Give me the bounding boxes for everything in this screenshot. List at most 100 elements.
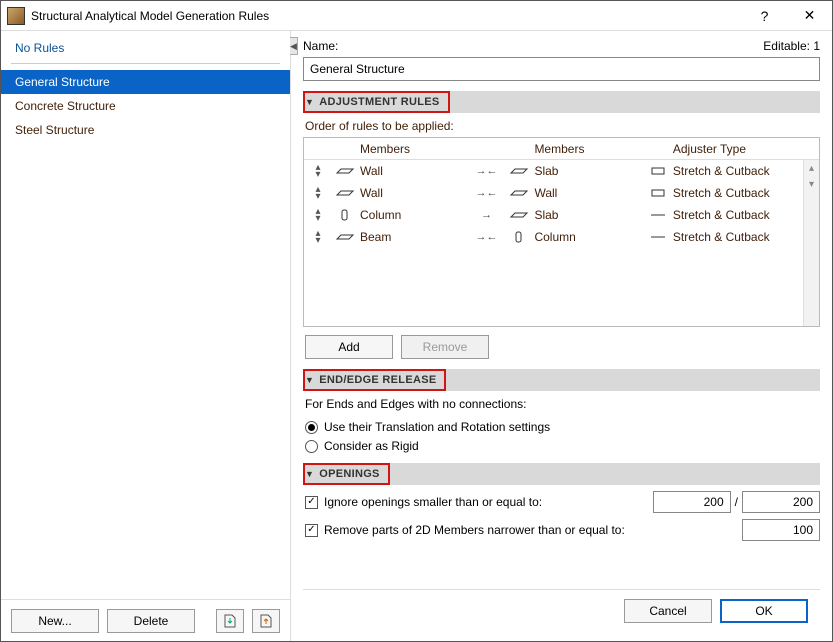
sidebar: ◀ No Rules General StructureConcrete Str… (1, 31, 291, 641)
member-b-label: Slab (534, 164, 642, 178)
drag-handle-icon[interactable]: ▴▾ (304, 164, 330, 178)
adjuster-label: Stretch & Cutback (673, 186, 803, 200)
member-a-icon (330, 230, 360, 244)
ok-button[interactable]: OK (720, 599, 808, 623)
member-a-icon (330, 164, 360, 178)
delete-button[interactable]: Delete (107, 609, 195, 633)
drag-handle-icon[interactable]: ▴▾ (304, 186, 330, 200)
close-button[interactable]: ✕ (787, 1, 832, 31)
titlebar: Structural Analytical Model Generation R… (1, 1, 832, 31)
sidebar-item[interactable]: General Structure (1, 70, 290, 94)
export-icon (258, 613, 274, 629)
drag-handle-icon[interactable]: ▴▾ (304, 208, 330, 222)
chevron-down-icon: ▼ (305, 469, 314, 479)
adjuster-icon (643, 208, 673, 222)
remove-button: Remove (401, 335, 489, 359)
col-adjuster: Adjuster Type (673, 142, 803, 156)
rules-heading: No Rules (1, 31, 290, 63)
rules-list: No Rules General StructureConcrete Struc… (1, 31, 290, 599)
adjuster-icon (643, 186, 673, 200)
direction-icon: →← (468, 231, 504, 243)
openings-header-bar[interactable]: ▼ OPENINGS (303, 463, 820, 485)
dialog-footer: Cancel OK (303, 589, 820, 631)
sidebar-item[interactable]: Steel Structure (1, 118, 290, 142)
table-buttons: Add Remove (305, 335, 820, 359)
member-a-label: Wall (360, 164, 468, 178)
release-header-bar[interactable]: ▼ END/EDGE RELEASE (303, 369, 820, 391)
chevron-down-icon: ▼ (305, 97, 314, 107)
remove-narrow-row: Remove parts of 2D Members narrower than… (305, 519, 820, 541)
table-row[interactable]: ▴▾Beam→←ColumnStretch & Cutback (304, 226, 819, 248)
cancel-button[interactable]: Cancel (624, 599, 712, 623)
sidebar-collapse-handle[interactable]: ◀ (290, 37, 298, 55)
adjustment-header-highlight: ▼ ADJUSTMENT RULES (303, 91, 450, 113)
rules-table: Members Members Adjuster Type ▴▾Wall→←Sl… (303, 137, 820, 327)
order-label: Order of rules to be applied: (305, 119, 820, 133)
release-header-highlight: ▼ END/EDGE RELEASE (303, 369, 446, 391)
table-header: Members Members Adjuster Type (304, 138, 819, 160)
table-row[interactable]: ▴▾Wall→←WallStretch & Cutback (304, 182, 819, 204)
help-button[interactable]: ? (742, 1, 787, 31)
dialog-body: ◀ No Rules General StructureConcrete Str… (1, 31, 832, 641)
adjuster-icon (643, 230, 673, 244)
add-button[interactable]: Add (305, 335, 393, 359)
radio-icon (305, 440, 318, 453)
member-b-icon (504, 164, 534, 178)
member-a-icon (330, 186, 360, 200)
adjuster-label: Stretch & Cutback (673, 208, 803, 222)
sidebar-item[interactable]: Concrete Structure (1, 94, 290, 118)
slash: / (735, 495, 738, 509)
ignore-openings-checkbox[interactable] (305, 496, 318, 509)
name-row: Name: Editable: 1 (303, 39, 820, 53)
col-members-b: Members (534, 142, 642, 156)
dialog: Structural Analytical Model Generation R… (0, 0, 833, 642)
sidebar-footer: New... Delete (1, 599, 290, 641)
remove-narrow-checkbox[interactable] (305, 524, 318, 537)
ignore-openings-label: Ignore openings smaller than or equal to… (324, 495, 542, 509)
member-a-label: Column (360, 208, 468, 222)
adjustment-title: ADJUSTMENT RULES (319, 96, 439, 108)
chevron-down-icon: ▼ (305, 375, 314, 385)
radio-label: Consider as Rigid (324, 439, 419, 453)
ignore-openings-row: Ignore openings smaller than or equal to… (305, 491, 820, 513)
release-option-translation[interactable]: Use their Translation and Rotation setti… (305, 420, 820, 434)
remove-narrow-input[interactable] (742, 519, 820, 541)
main-panel: Name: Editable: 1 ▼ ADJUSTMENT RULES Ord… (291, 31, 832, 641)
import-button[interactable] (216, 609, 244, 633)
member-a-icon (330, 208, 360, 222)
window-title: Structural Analytical Model Generation R… (31, 9, 742, 23)
drag-handle-icon[interactable]: ▴▾ (304, 230, 330, 244)
adjuster-label: Stretch & Cutback (673, 230, 803, 244)
release-desc: For Ends and Edges with no connections: (305, 397, 820, 411)
col-members-a: Members (360, 142, 468, 156)
name-label: Name: (303, 39, 338, 53)
member-b-label: Column (534, 230, 642, 244)
divider (11, 63, 280, 64)
openings-header-highlight: ▼ OPENINGS (303, 463, 390, 485)
export-button[interactable] (252, 609, 280, 633)
adjuster-icon (643, 164, 673, 178)
ignore-width-input[interactable] (653, 491, 731, 513)
release-title: END/EDGE RELEASE (319, 374, 436, 386)
direction-icon: →← (468, 165, 504, 177)
member-b-icon (504, 186, 534, 200)
scroll-up-icon[interactable]: ▴ (804, 160, 819, 176)
table-scrollbar[interactable]: ▴ ▾ (803, 160, 819, 326)
table-row[interactable]: ▴▾Column→SlabStretch & Cutback (304, 204, 819, 226)
release-option-rigid[interactable]: Consider as Rigid (305, 439, 820, 453)
adjustment-header-bar[interactable]: ▼ ADJUSTMENT RULES (303, 91, 820, 113)
table-row[interactable]: ▴▾ Wall→← Slab Stretch & Cutback (304, 160, 819, 182)
remove-narrow-label: Remove parts of 2D Members narrower than… (324, 523, 625, 537)
member-b-icon (504, 208, 534, 222)
ignore-height-input[interactable] (742, 491, 820, 513)
direction-icon: →← (468, 187, 504, 199)
member-b-label: Wall (534, 186, 642, 200)
app-icon (7, 7, 25, 25)
new-button[interactable]: New... (11, 609, 99, 633)
editable-label: Editable: 1 (763, 39, 820, 53)
name-input[interactable] (303, 57, 820, 81)
radio-icon (305, 421, 318, 434)
scroll-down-icon[interactable]: ▾ (804, 176, 819, 192)
adjuster-label: Stretch & Cutback (673, 164, 803, 178)
direction-icon: → (468, 209, 504, 221)
